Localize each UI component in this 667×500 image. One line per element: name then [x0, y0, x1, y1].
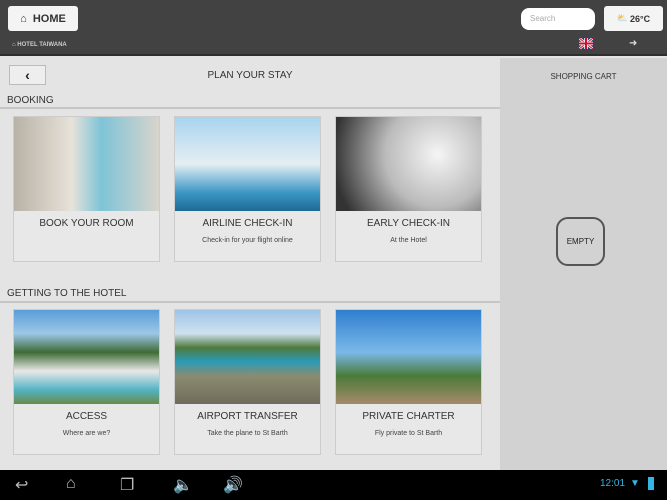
volume-down-icon[interactable]: 🔈: [173, 475, 193, 495]
airport-image: [175, 310, 320, 404]
recents-nav-icon[interactable]: ❐: [120, 475, 134, 495]
volume-up-icon[interactable]: 🔊: [223, 475, 243, 495]
clock: 12:01: [600, 478, 626, 489]
search-input[interactable]: Search: [521, 8, 595, 30]
uk-flag-icon[interactable]: [579, 38, 593, 49]
home-button[interactable]: ⌂ HOME: [8, 6, 78, 31]
access-image: [14, 310, 159, 404]
home-nav-icon[interactable]: ⌂: [66, 475, 76, 493]
page-title: PLAN YOUR STAY: [207, 70, 293, 81]
section-title-booking: BOOKING: [7, 95, 54, 106]
wifi-icon: ▼: [630, 478, 640, 489]
card-book-room[interactable]: BOOK YOUR ROOM: [13, 116, 160, 262]
home-icon: ⌂: [20, 12, 27, 25]
weather-icon: ⛅: [616, 13, 629, 23]
main-panel: ‹ PLAN YOUR STAY BOOKING BOOK YOUR ROOM …: [0, 58, 500, 470]
card-airport-transfer[interactable]: AIRPORT TRANSFER Take the plane to St Bar…: [174, 309, 321, 455]
login-icon[interactable]: ➜: [629, 38, 637, 49]
shopping-cart-panel: SHOPPING CART EMPTY: [500, 58, 667, 470]
divider: [0, 107, 500, 109]
airline-image: [175, 117, 320, 211]
charter-image: [336, 310, 481, 404]
clock-image: [336, 117, 481, 211]
card-early-checkin[interactable]: EARLY CHECK-IN At the Hotel: [335, 116, 482, 262]
breadcrumb[interactable]: ⌂ HOTEL TAIWANA: [12, 42, 67, 48]
cart-title: SHOPPING CART: [550, 72, 617, 81]
divider: [0, 301, 500, 303]
room-image: [14, 117, 159, 211]
top-bar: ⌂ HOME Search ⛅ 26°C ⌂ HOTEL TAIWANA ➜: [0, 0, 667, 56]
section-title-getting: GETTING TO THE HOTEL: [7, 288, 127, 299]
battery-icon: [648, 477, 654, 490]
card-access[interactable]: ACCESS Where are we?: [13, 309, 160, 455]
card-private-charter[interactable]: PRIVATE CHARTER Fly private to St Barth: [335, 309, 482, 455]
card-airline-checkin[interactable]: AIRLINE CHECK-IN Check-in for your flight…: [174, 116, 321, 262]
cart-empty-button[interactable]: EMPTY: [556, 217, 605, 266]
back-nav-icon[interactable]: ↩: [15, 475, 28, 495]
weather-button[interactable]: ⛅ 26°C: [604, 6, 663, 31]
android-nav-bar: ↩ ⌂ ❐ 🔈 🔊 12:01 ▼: [0, 470, 667, 500]
